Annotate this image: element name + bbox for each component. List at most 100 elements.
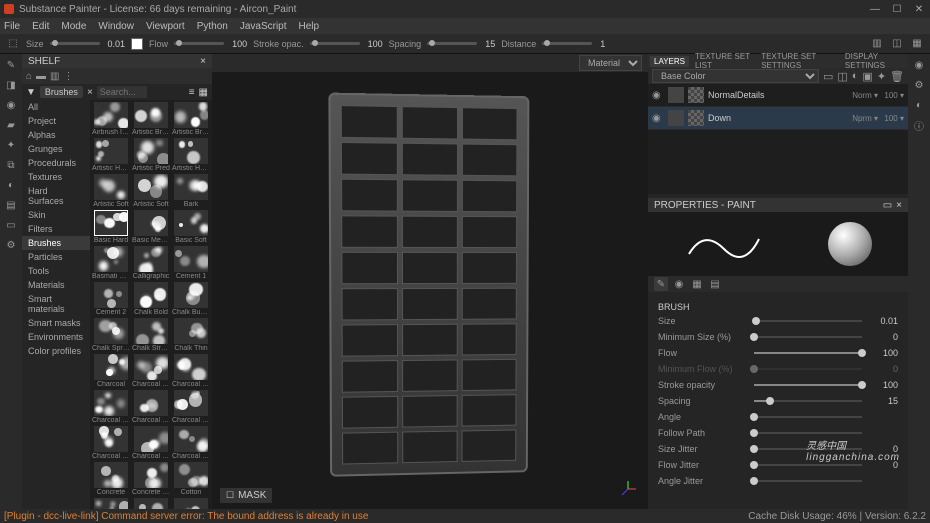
brush-item[interactable]: Bark xyxy=(172,174,210,208)
brush-item[interactable]: Dark Hatcher xyxy=(172,498,210,509)
menu-window[interactable]: Window xyxy=(98,21,134,32)
brush-item[interactable]: Charcoal Fu... xyxy=(172,354,210,388)
menu-help[interactable]: Help xyxy=(299,21,320,32)
brush-item[interactable]: Basic Hard xyxy=(92,210,130,244)
shelf-category[interactable]: Smart masks xyxy=(22,316,90,330)
brush-item[interactable]: Calligraphic xyxy=(132,246,170,280)
filter-icon[interactable]: ▼ xyxy=(26,87,36,98)
size-slider[interactable] xyxy=(50,42,100,45)
property-slider[interactable] xyxy=(754,384,862,386)
brush-item[interactable]: Charcoal xyxy=(92,354,130,388)
axis-gizmo-icon[interactable] xyxy=(618,479,638,499)
polygon-fill-icon[interactable]: ▰ xyxy=(4,118,18,132)
brush-item[interactable]: Charcoal N... xyxy=(172,390,210,424)
brush-item[interactable]: Concrete xyxy=(92,462,130,496)
brush-item[interactable]: Concrete U... xyxy=(132,462,170,496)
brush-item[interactable]: Basic Med... xyxy=(132,210,170,244)
layer-row[interactable]: ◉DownNprm ▾100 ▾ xyxy=(648,107,908,130)
shelf-home-icon[interactable]: ⌂ xyxy=(26,71,32,82)
property-slider[interactable] xyxy=(754,320,862,322)
brush-item[interactable]: Artistic Bru... xyxy=(172,102,210,136)
gear-icon[interactable]: ⚙ xyxy=(912,78,926,92)
visibility-icon[interactable]: ◉ xyxy=(652,113,664,124)
property-slider[interactable] xyxy=(754,480,862,482)
settings-icon[interactable]: ⚙ xyxy=(4,238,18,252)
brushes-tab[interactable]: Brushes xyxy=(40,86,83,98)
property-value[interactable]: 0 xyxy=(868,444,898,454)
baking-icon[interactable]: ▤ xyxy=(4,198,18,212)
visibility-icon[interactable]: ◉ xyxy=(652,90,664,101)
layer-blend-mode[interactable]: Norm ▾ xyxy=(852,91,878,100)
brush-item[interactable]: Basic Soft xyxy=(172,210,210,244)
property-slider[interactable] xyxy=(754,352,862,354)
environment-icon[interactable]: ◐ xyxy=(912,98,926,112)
prop-tab-material-icon[interactable]: ▤ xyxy=(708,277,722,291)
shelf-category[interactable]: Hard Surfaces xyxy=(22,184,90,208)
brush-item[interactable]: Basmati Bru... xyxy=(92,246,130,280)
brush-item[interactable]: Charcoal W... xyxy=(132,426,170,460)
view-list-icon[interactable]: ≡ xyxy=(189,87,195,98)
menu-viewport[interactable]: Viewport xyxy=(146,21,185,32)
brush-item[interactable]: Charcoal St... xyxy=(92,390,130,424)
property-value[interactable]: 15 xyxy=(868,396,898,406)
prop-tab-stencil-icon[interactable]: ▦ xyxy=(690,277,704,291)
property-slider[interactable] xyxy=(754,400,862,402)
property-slider[interactable] xyxy=(754,448,862,450)
prop-tab-brush-icon[interactable]: ✎ xyxy=(654,277,668,291)
brush-item[interactable]: Cement 2 xyxy=(92,282,130,316)
tab-close-icon[interactable]: × xyxy=(87,87,93,98)
brush-item[interactable]: Artistic Hea... xyxy=(92,138,130,172)
shelf-category[interactable]: All xyxy=(22,100,90,114)
shelf-category[interactable]: Project xyxy=(22,114,90,128)
property-value[interactable]: 0 xyxy=(868,460,898,470)
add-mask-icon[interactable]: ◐ xyxy=(852,70,859,82)
brush-item[interactable]: Chalk Bumpy xyxy=(172,282,210,316)
shelf-category[interactable]: Filters xyxy=(22,222,90,236)
channel-dropdown[interactable]: Base Color xyxy=(652,69,819,83)
brush-item[interactable]: Cotton xyxy=(172,462,210,496)
brush-item[interactable]: Chalk Strong xyxy=(132,318,170,352)
property-value[interactable]: 0 xyxy=(868,364,898,374)
distance-slider[interactable] xyxy=(542,42,592,45)
shelf-folder-icon[interactable]: ▬ xyxy=(36,71,46,82)
property-slider[interactable] xyxy=(754,432,862,434)
material-picker-icon[interactable]: ◐ xyxy=(4,178,18,192)
shelf-category[interactable]: Grunges xyxy=(22,142,90,156)
layer-opacity[interactable]: 100 ▾ xyxy=(882,91,904,100)
brush-item[interactable]: Crystal xyxy=(132,498,170,509)
resource-icon[interactable]: ▭ xyxy=(4,218,18,232)
shelf-category[interactable]: Brushes xyxy=(22,236,90,250)
tab-layers[interactable]: LAYERS xyxy=(650,56,689,67)
shelf-import-icon[interactable]: ▥ xyxy=(50,71,59,82)
menu-mode[interactable]: Mode xyxy=(61,21,86,32)
brush-preview-icon[interactable] xyxy=(131,38,143,50)
brush-item[interactable]: Chalk Spread xyxy=(92,318,130,352)
projection-tool-icon[interactable]: ◉ xyxy=(4,98,18,112)
brush-item[interactable]: Airbrush Inner xyxy=(92,102,130,136)
mirror-icon[interactable]: ▥ xyxy=(870,37,884,51)
shelf-category[interactable]: Alphas xyxy=(22,128,90,142)
smudge-tool-icon[interactable]: ✦ xyxy=(4,138,18,152)
render-icon[interactable]: ◉ xyxy=(912,58,926,72)
clone-tool-icon[interactable]: ⧉ xyxy=(4,158,18,172)
brush-item[interactable]: Charcoal Fine xyxy=(132,354,170,388)
shelf-category[interactable]: Procedurals xyxy=(22,156,90,170)
property-value[interactable]: 100 xyxy=(868,348,898,358)
shelf-category[interactable]: Textures xyxy=(22,170,90,184)
add-fill-layer-icon[interactable]: ◫ xyxy=(837,70,847,83)
shelf-category[interactable]: Particles xyxy=(22,250,90,264)
search-input[interactable] xyxy=(97,86,147,98)
close-button[interactable]: ✕ xyxy=(912,4,926,15)
menu-file[interactable]: File xyxy=(4,21,20,32)
property-value[interactable]: 0.01 xyxy=(868,316,898,326)
flow-slider[interactable] xyxy=(174,42,224,45)
layer-opacity[interactable]: 100 ▾ xyxy=(882,114,904,123)
info-icon[interactable]: ⓘ xyxy=(912,118,926,132)
paint-tool-icon[interactable]: ✎ xyxy=(4,58,18,72)
shelf-options-icon[interactable]: ⋮ xyxy=(64,71,74,82)
eraser-tool-icon[interactable]: ◨ xyxy=(4,78,18,92)
shelf-category[interactable]: Materials xyxy=(22,278,90,292)
shelf-category[interactable]: Color profiles xyxy=(22,344,90,358)
add-effect-icon[interactable]: ✦ xyxy=(877,70,886,83)
menu-javascript[interactable]: JavaScript xyxy=(240,21,287,32)
